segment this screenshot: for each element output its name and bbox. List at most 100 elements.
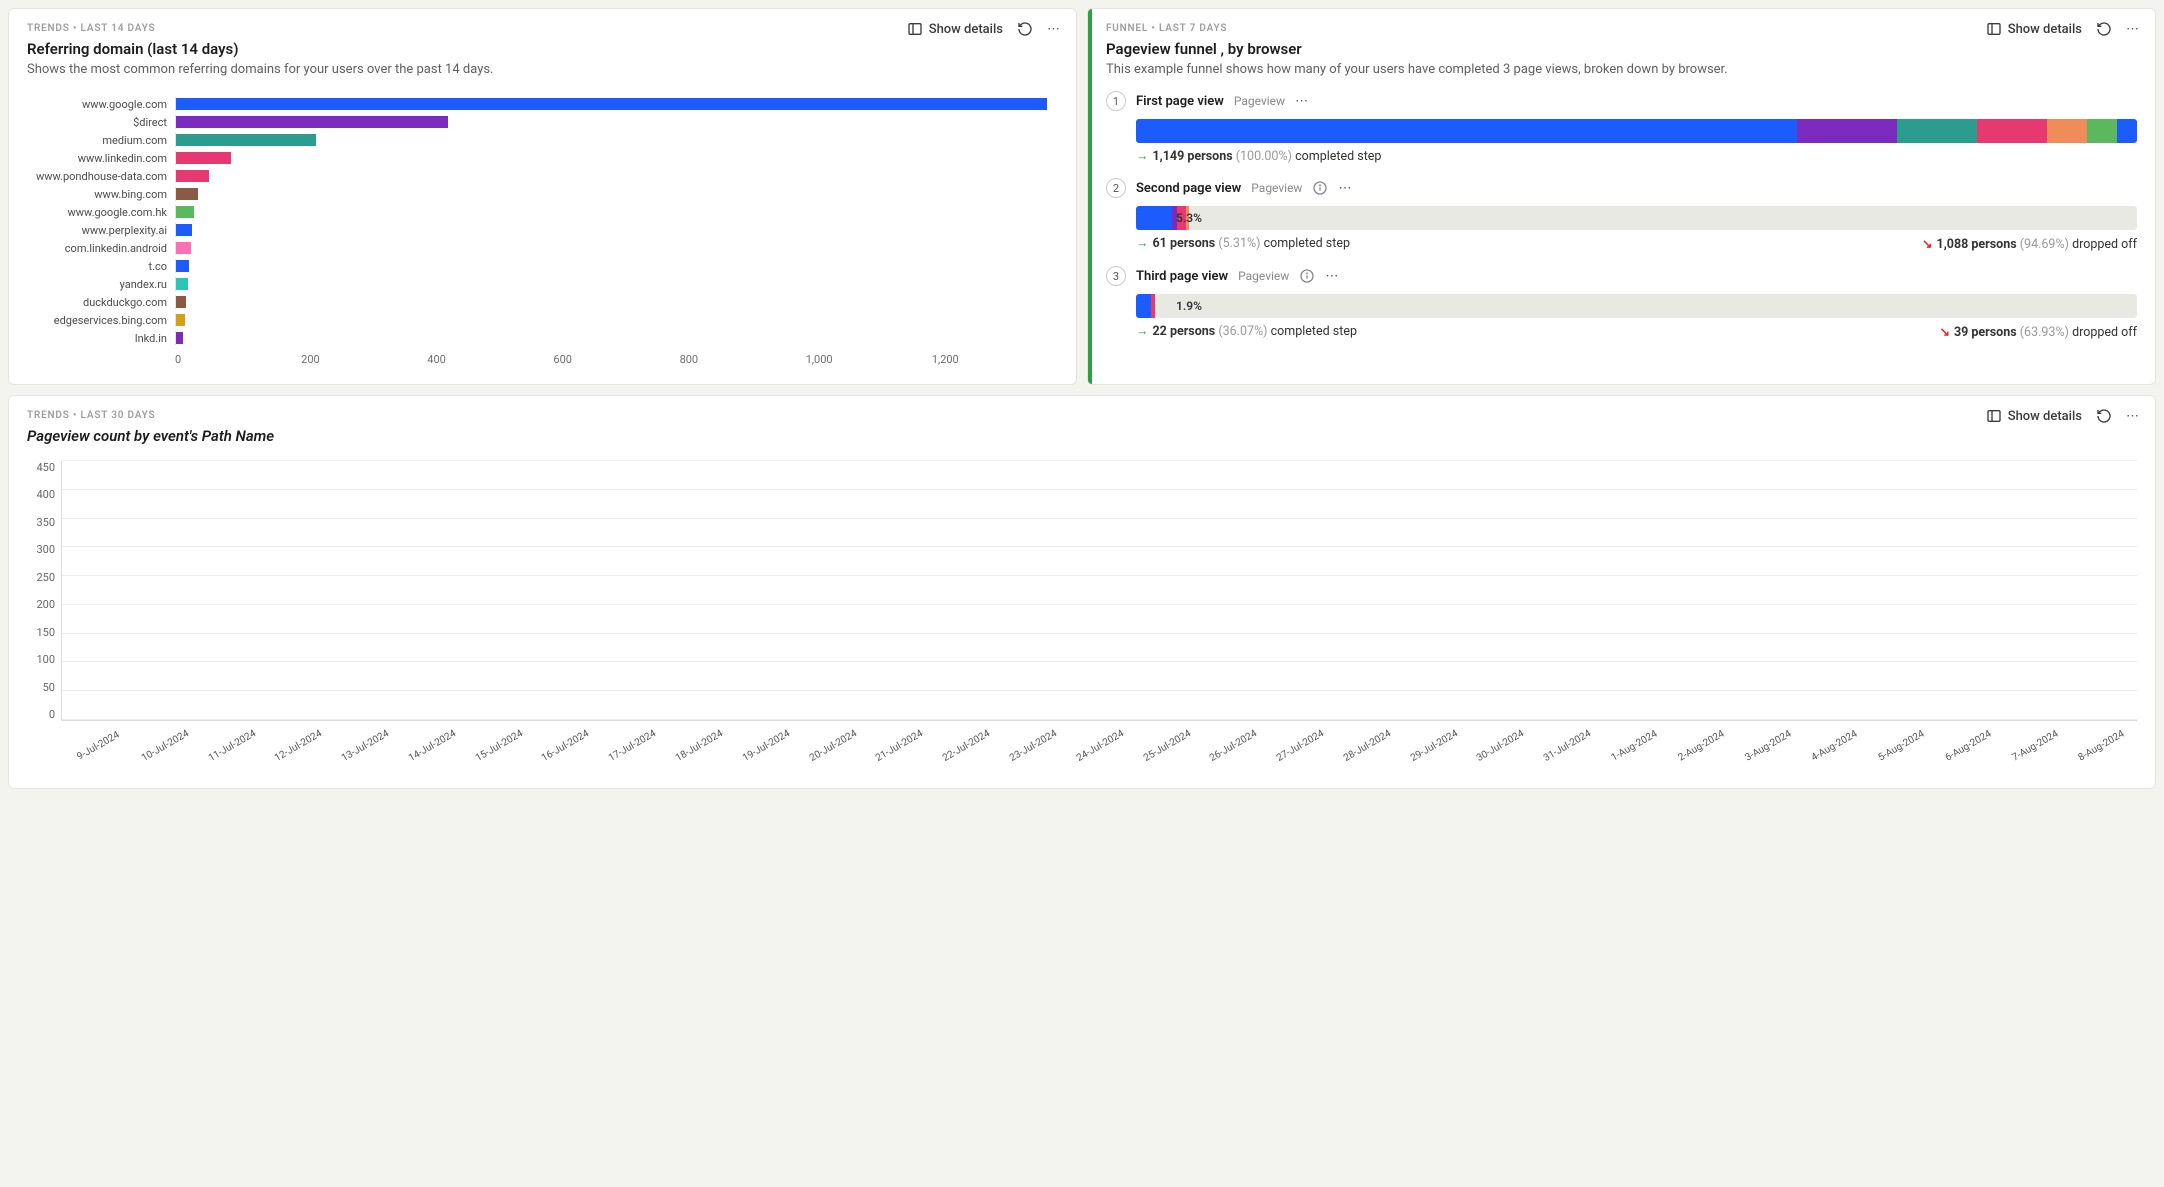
hbar-label: lnkd.in [27,332,175,345]
more-icon[interactable]: ⋯ [2126,22,2141,37]
hbar-fill[interactable] [176,116,448,128]
funnel-segment [1136,294,1151,318]
hbar-row: www.bing.com [27,185,1058,203]
card-subtitle: This example funnel shows how many of yo… [1106,62,2137,77]
card-crumb: TRENDS • LAST 30 DAYS [27,410,2137,421]
hbar-row: com.linkedin.android [27,239,1058,257]
step-name: Second page view [1136,181,1241,196]
funnel-segment [2087,119,2117,143]
hbar-label: www.google.com.hk [27,206,175,219]
show-details-label: Show details [2008,409,2082,424]
step-dropped: ↘39 persons (63.93%) dropped off [1939,324,2137,340]
hbar-label: $direct [27,116,175,129]
hbar-fill[interactable] [176,152,231,164]
step-more-icon[interactable]: ⋯ [1338,181,1353,196]
hbar-row: www.google.com.hk [27,203,1058,221]
step-more-icon[interactable]: ⋯ [1295,94,1310,109]
funnel-bar[interactable]: 5.3% [1136,206,2137,230]
refresh-icon[interactable] [2096,21,2112,37]
step-name: First page view [1136,94,1224,109]
funnel-segment [1136,119,1797,143]
step-name: Third page view [1136,269,1228,284]
step-number: 3 [1106,266,1126,286]
funnel-segment [1151,294,1155,318]
step-number: 1 [1106,91,1126,111]
funnel-step: 3 Third page view Pageview ⋯ 1.9% →22 persons… [1106,266,2137,340]
hbar-fill[interactable] [176,134,316,146]
hbar-fill[interactable] [176,170,209,182]
hbar-label: medium.com [27,134,175,147]
hbar-row: duckduckgo.com [27,293,1058,311]
card-crumb: FUNNEL • LAST 7 DAYS [1106,23,2137,34]
funnel-segment [2047,119,2087,143]
info-icon[interactable] [1312,180,1328,196]
card-subtitle: Shows the most common referring domains … [27,62,1058,77]
hbar-fill[interactable] [176,242,191,254]
card-title: Pageview funnel , by browser [1106,40,2137,58]
card-pageview-30d: Show details ⋯ TRENDS • LAST 30 DAYS Pag… [8,395,2156,789]
hbar-label: edgeservices.bing.com [27,314,175,327]
hbar-row: t.co [27,257,1058,275]
step-event-type: Pageview [1251,181,1302,195]
info-icon[interactable] [1299,268,1315,284]
card-title: Referring domain (last 14 days) [27,40,1058,58]
funnel-segment [1977,119,2047,143]
refresh-icon[interactable] [1017,21,1033,37]
card-referring-domain: Show details ⋯ TRENDS • LAST 14 DAYS Ref… [8,8,1077,385]
funnel-segment [2117,119,2137,143]
hbar-label: com.linkedin.android [27,242,175,255]
hbar-fill[interactable] [176,314,185,326]
show-details-button[interactable]: Show details [1986,21,2082,37]
funnel-segment [1797,119,1897,143]
funnel-segment [1897,119,1977,143]
sidebar-icon [1986,21,2002,37]
step-number: 2 [1106,178,1126,198]
sidebar-icon [907,21,923,37]
step-pct-label: 1.9% [1176,299,1202,313]
hbar-row: $direct [27,113,1058,131]
show-details-label: Show details [929,22,1003,37]
step-event-type: Pageview [1234,94,1285,108]
show-details-button[interactable]: Show details [907,21,1003,37]
funnel-bar[interactable] [1136,119,2137,143]
more-icon[interactable]: ⋯ [1047,22,1062,37]
hbar-row: medium.com [27,131,1058,149]
step-more-icon[interactable]: ⋯ [1325,269,1340,284]
step-completed: →22 persons (36.07%) completed step [1136,324,1357,340]
hbar-fill[interactable] [176,278,188,290]
hbar-row: www.pondhouse-data.com [27,167,1058,185]
funnel-bar[interactable]: 1.9% [1136,294,2137,318]
hbar-label: www.perplexity.ai [27,224,175,237]
card-accent-bar [1088,9,1092,384]
more-icon[interactable]: ⋯ [2126,409,2141,424]
funnel-step: 1First page viewPageview⋯→1,149 persons … [1106,91,2137,164]
step-completed: →61 persons (5.31%) completed step [1136,236,1350,252]
hbar-label: www.pondhouse-data.com [27,170,175,183]
hbar-row: www.perplexity.ai [27,221,1058,239]
hbar-fill[interactable] [176,206,194,218]
hbar-label: duckduckgo.com [27,296,175,309]
step-pct-label: 5.3% [1176,211,1202,225]
step-event-type: Pageview [1238,269,1289,283]
hbar-fill[interactable] [176,188,198,200]
hbar-fill[interactable] [176,98,1047,110]
hbar-label: www.google.com [27,98,175,111]
hbar-fill[interactable] [176,260,189,272]
funnel-segment [1136,206,1172,230]
hbar-row: lnkd.in [27,329,1058,347]
hbar-row: yandex.ru [27,275,1058,293]
refresh-icon[interactable] [2096,408,2112,424]
hbar-fill[interactable] [176,296,186,308]
hbar-fill[interactable] [176,332,183,344]
stacked-bar-chart [61,461,2137,721]
card-crumb: TRENDS • LAST 14 DAYS [27,23,1058,34]
hbar-chart: www.google.com $direct medium.com www.linke… [27,95,1058,366]
hbar-fill[interactable] [176,224,192,236]
hbar-label: yandex.ru [27,278,175,291]
funnel-step: 2 Second page view Pageview ⋯ 5.3% →61 person… [1106,178,2137,252]
hbar-label: www.linkedin.com [27,152,175,165]
hbar-row: www.linkedin.com [27,149,1058,167]
show-details-button[interactable]: Show details [1986,408,2082,424]
hbar-label: www.bing.com [27,188,175,201]
card-title: Pageview count by event's Path Name [27,427,2137,445]
